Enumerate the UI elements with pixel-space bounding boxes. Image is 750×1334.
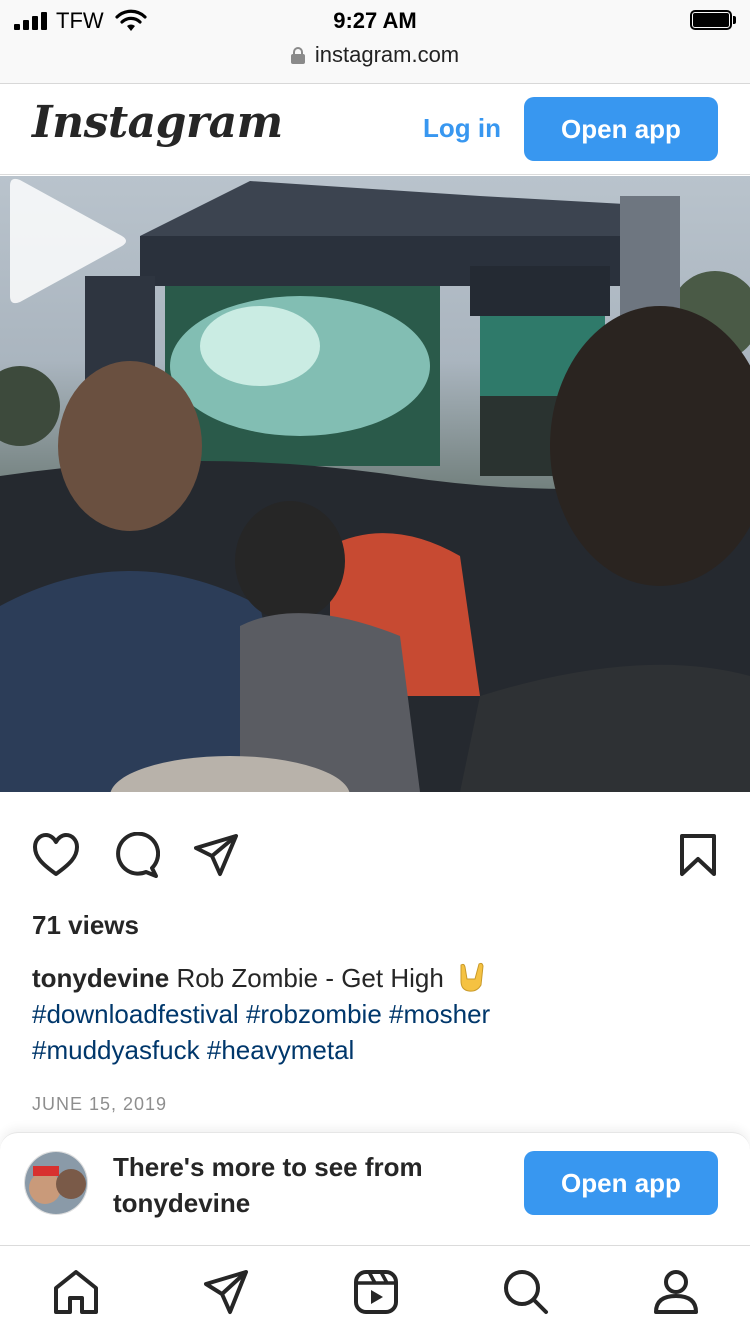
post-caption: tonydevine Rob Zombie - Get High #downlo… <box>32 960 722 1068</box>
open-app-banner: There's more to see from tonydevine Open… <box>0 1132 750 1246</box>
direct-icon[interactable] <box>202 1268 250 1316</box>
hashtag-link[interactable]: #robzombie <box>246 999 382 1029</box>
battery-icon <box>690 10 736 30</box>
home-icon[interactable] <box>52 1268 100 1316</box>
banner-text-prefix: There's more to see from <box>113 1152 423 1182</box>
view-count: 71 views <box>32 910 139 940</box>
post-actions <box>0 792 750 902</box>
caption-text: Rob Zombie - Get High <box>176 963 444 993</box>
login-link[interactable]: Log in <box>423 113 501 144</box>
share-icon[interactable] <box>192 832 240 878</box>
open-app-button[interactable]: Open app <box>524 97 718 161</box>
avatar[interactable] <box>24 1151 88 1215</box>
bottom-nav <box>0 1245 750 1334</box>
url-domain: instagram.com <box>314 42 460 67</box>
comment-icon[interactable] <box>112 832 160 878</box>
status-bar: TFW 9:27 AM <box>0 0 750 40</box>
sign-of-horns-icon <box>460 962 484 992</box>
hashtag-link[interactable]: #heavymetal <box>207 1035 354 1065</box>
banner-username: tonydevine <box>113 1188 251 1218</box>
post-date[interactable]: JUNE 15, 2019 <box>32 1094 167 1115</box>
banner-open-app-button[interactable]: Open app <box>524 1151 718 1215</box>
play-icon[interactable] <box>0 176 130 306</box>
banner-message: There's more to see from tonydevine <box>113 1149 493 1221</box>
post-video[interactable] <box>0 176 750 792</box>
heart-icon[interactable] <box>32 832 80 878</box>
hashtag-link[interactable]: #downloadfestival <box>32 999 239 1029</box>
reels-icon[interactable] <box>352 1268 400 1316</box>
url-bar[interactable]: instagram.com <box>0 40 750 84</box>
search-icon[interactable] <box>502 1268 550 1316</box>
bookmark-icon[interactable] <box>676 832 720 878</box>
hashtag-link[interactable]: #muddyasfuck <box>32 1035 200 1065</box>
hashtag-link[interactable]: #mosher <box>389 999 490 1029</box>
app-header: Instagram Log in Open app <box>0 85 750 175</box>
instagram-logo[interactable]: Instagram <box>32 97 283 148</box>
url-display[interactable]: instagram.com <box>0 42 750 68</box>
profile-icon[interactable] <box>652 1268 700 1316</box>
clock: 9:27 AM <box>333 8 417 33</box>
caption-username[interactable]: tonydevine <box>32 963 169 993</box>
lock-icon <box>290 47 305 64</box>
